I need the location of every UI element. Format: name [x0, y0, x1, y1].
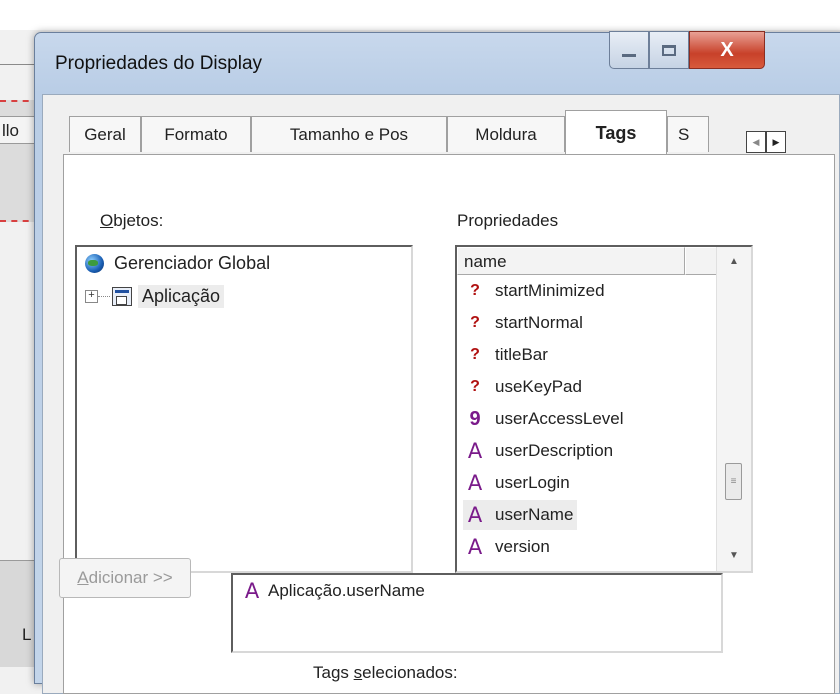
add-button[interactable]: Adicionar >>	[59, 558, 191, 598]
maximize-button[interactable]	[649, 31, 689, 69]
property-label: startNormal	[495, 313, 583, 332]
tree-item-gerenciador-global[interactable]: Gerenciador Global	[85, 253, 270, 274]
close-icon: X	[720, 38, 734, 61]
string-icon: A	[467, 503, 483, 527]
property-item-startnormal[interactable]: ? startNormal	[463, 308, 583, 338]
scroll-thumb[interactable]: ≡	[725, 463, 742, 500]
property-item-username[interactable]: AuserName	[463, 500, 578, 530]
property-item-titlebar[interactable]: ? titleBar	[463, 340, 548, 370]
properties-header: name	[457, 247, 717, 275]
tab-scroll-right-icon[interactable]: ▶	[766, 131, 786, 153]
question-icon: ?	[470, 378, 480, 395]
column-header-name[interactable]: name	[457, 247, 685, 275]
scroll-down-icon[interactable]: ▼	[717, 545, 751, 567]
close-button[interactable]: X	[689, 31, 765, 69]
property-item-userdescription[interactable]: AuserDescription	[463, 436, 613, 466]
tab-formato[interactable]: Formato	[141, 116, 251, 152]
property-label: userLogin	[495, 473, 570, 492]
tab-tamanho-e-pos[interactable]: Tamanho e Pos	[251, 116, 447, 152]
property-item-version[interactable]: Aversion	[463, 532, 550, 562]
objects-label: Objetos:	[100, 211, 164, 230]
number-icon: 9	[469, 407, 481, 430]
question-icon: ?	[470, 282, 480, 299]
property-item-useraccesslevel[interactable]: 9 userAccessLevel	[463, 404, 624, 434]
tab-geral[interactable]: Geral	[69, 116, 141, 152]
selected-tag-item[interactable]: A Aplicação.userName	[240, 579, 425, 603]
tree-connector	[98, 295, 110, 298]
window-controls: X	[609, 31, 765, 71]
property-item-startminimized[interactable]: ? startMinimized	[463, 276, 605, 306]
property-label: useKeyPad	[495, 377, 582, 396]
property-item-usekeypad[interactable]: ? useKeyPad	[463, 372, 582, 402]
property-label: userName	[495, 505, 574, 524]
property-label: userAccessLevel	[495, 409, 624, 428]
tree-item-aplicacao[interactable]: + Aplicação	[85, 285, 225, 308]
tab-moldura[interactable]: Moldura	[447, 116, 565, 152]
application-icon	[112, 287, 132, 306]
property-item-userlogin[interactable]: AuserLogin	[463, 468, 570, 498]
selected-tags-label: Tags selecionados:	[313, 663, 458, 682]
properties-list[interactable]: name ? startMinimized ? startNormal ? title…	[455, 245, 753, 573]
minimize-button[interactable]	[609, 31, 649, 69]
objects-tree[interactable]: Gerenciador Global + Aplicação	[75, 245, 413, 573]
selected-tags-list[interactable]: A Aplicação.userName	[231, 573, 723, 653]
tab-s[interactable]: S	[667, 116, 709, 152]
tab-tags[interactable]: Tags	[565, 110, 667, 156]
string-icon: A	[467, 535, 483, 559]
property-label: version	[495, 537, 550, 556]
string-icon: A	[467, 471, 483, 495]
selected-tag-label: Aplicação.userName	[268, 581, 425, 600]
expand-icon[interactable]: +	[85, 290, 98, 303]
minimize-icon	[622, 53, 636, 57]
properties-label: Propriedades	[457, 211, 559, 230]
properties-scrollbar[interactable]: ▲ ≡ ▼	[716, 247, 751, 571]
tree-item-label: Gerenciador Global	[114, 253, 271, 273]
question-icon: ?	[470, 314, 480, 331]
background-top-area	[0, 0, 840, 30]
tree-item-label: Aplicação	[138, 285, 225, 308]
dialog-title: Propriedades do Display	[55, 53, 263, 74]
background-lower-label: L	[22, 625, 32, 644]
column-header-spacer	[685, 247, 717, 275]
property-label: startMinimized	[495, 281, 605, 300]
property-label: userDescription	[495, 441, 614, 460]
globe-icon	[85, 254, 104, 273]
tab-scroll-left-icon[interactable]: ◀	[746, 131, 766, 153]
tab-scroll-buttons: ◀ ▶	[746, 131, 786, 153]
maximize-icon	[662, 44, 676, 56]
question-icon: ?	[470, 346, 480, 363]
property-label: titleBar	[495, 345, 548, 364]
scroll-up-icon[interactable]: ▲	[717, 251, 751, 273]
string-icon: A	[244, 579, 260, 603]
string-icon: A	[467, 439, 483, 463]
